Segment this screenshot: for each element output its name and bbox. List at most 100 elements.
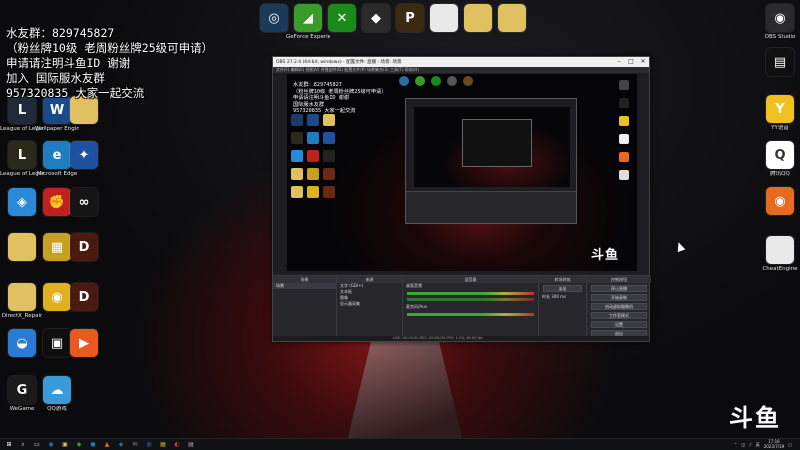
desktop-shortcut[interactable]	[490, 4, 534, 34]
obs-window[interactable]: OBS 27.2.4 (64-bit, windows) - 配置文件: 直播 …	[272, 56, 651, 342]
folder-icon	[323, 114, 335, 126]
desktop-shortcut[interactable]: D	[62, 233, 106, 263]
qq-game-icon: ☁	[43, 376, 71, 404]
overlay-line: 957320835 大家一起交流	[6, 86, 145, 100]
taskbar-app-icon[interactable]: ▣	[60, 441, 70, 449]
fist-icon	[307, 150, 319, 162]
taskbar-app-icon[interactable]: ◆	[74, 441, 84, 449]
geforce-icon	[415, 76, 425, 86]
minimize-icon[interactable]: –	[613, 57, 625, 67]
source-item[interactable]: 显示器采集	[337, 301, 402, 307]
orange-app-icon: ▶	[70, 329, 98, 357]
mixer-track-label: 桌面音频	[406, 283, 422, 288]
desktop-shortcut-label: GeForce Experience	[286, 34, 330, 40]
desktop-shortcut[interactable]: D	[62, 283, 106, 313]
notification-icon[interactable]: ▢	[788, 442, 792, 447]
close-icon[interactable]: ✕	[637, 57, 649, 67]
desktop-shortcut[interactable]: ◉ OBS Studio	[758, 4, 800, 41]
scenes-dock[interactable]: 场景 场景	[273, 276, 337, 342]
desktop-shortcut[interactable]: ▤	[758, 48, 800, 78]
start-recording-button[interactable]: 开始录制	[591, 294, 647, 301]
transitions-dock[interactable]: 转场特效 淡出 时长 300 ms	[539, 276, 587, 342]
mixer-header: 混音器	[403, 276, 538, 283]
desktop-shortcut[interactable]: CheatEngine	[758, 236, 800, 273]
yy-icon: Y	[766, 95, 794, 123]
volume-icon[interactable]: ♪	[749, 442, 752, 447]
volume-meter	[407, 313, 534, 316]
gold-app-icon	[307, 186, 319, 198]
app-icon	[399, 76, 409, 86]
obs-menubar[interactable]: 文件(F) 编辑(E) 视图(V) 停靠部件(D) 配置文件(P) 场景集合(S…	[273, 67, 649, 73]
taskbar-app-icon[interactable]: ▤	[186, 441, 196, 449]
folder-icon	[291, 186, 303, 198]
virtual-camera-button[interactable]: 启动虚拟摄像机	[591, 303, 647, 310]
obs-dock-area: 场景 场景 来源 文字 (GDI+) 文本框 图像 显示器采集 混音器 桌面音频…	[273, 275, 651, 342]
desktop-shortcut[interactable]: ☁ QQ游戏	[35, 376, 79, 413]
folder-icon	[291, 168, 303, 180]
taskbar-app-icon[interactable]: ◈	[116, 441, 126, 449]
tool-icon: ◈	[8, 188, 36, 216]
d2-icon	[323, 168, 335, 180]
stream-overlay-text: 水友群：829745827 （粉丝牌10级 老周粉丝牌25级可申请） 申请请注明…	[6, 26, 213, 101]
taskbar-app-icon[interactable]: ◉	[46, 441, 56, 449]
transition-duration[interactable]: 时长 300 ms	[539, 294, 586, 300]
lol-pbe-icon: L	[8, 141, 36, 169]
transition-select[interactable]: 淡出	[543, 285, 582, 292]
geforce-icon: ◢	[294, 4, 322, 32]
system-tray: ⌃ ◫ ♪ 英 17:16 2023/7/19 ▢	[734, 439, 800, 449]
desktop-shortcut[interactable]: Y YY语音	[758, 95, 800, 132]
poe-icon	[463, 76, 473, 86]
preview-top-icons	[399, 76, 473, 86]
taskbar-app-icon[interactable]: ●	[88, 441, 98, 449]
sources-dock[interactable]: 来源 文字 (GDI+) 文本框 图像 显示器采集	[337, 276, 403, 342]
stop-streaming-button[interactable]: 停止直播	[591, 285, 647, 292]
desktop-shortcut[interactable]: Q 腾讯QQ	[758, 141, 800, 178]
taskbar-app-icon[interactable]: ▭	[32, 441, 42, 449]
app-icon	[619, 152, 629, 162]
network-icon[interactable]: ◫	[741, 442, 745, 447]
obs-preview[interactable]: 水友群：829745827 （粉丝牌10级 老周粉丝牌25级可申请） 申请请注明…	[287, 74, 637, 271]
obs-titlebar[interactable]: OBS 27.2.4 (64-bit, windows) - 配置文件: 直播 …	[273, 57, 649, 67]
app-icon: ◉	[766, 187, 794, 215]
qq-icon: Q	[766, 141, 794, 169]
douyu-logo-small: 斗鱼	[590, 248, 619, 263]
d2-icon: D	[70, 233, 98, 261]
desktop-shortcut-label: Wallpaper Engine	[35, 126, 79, 132]
desktop-shortcut[interactable]: ◉	[758, 187, 800, 217]
clock-date: 2023/7/19	[763, 443, 785, 449]
xbox-icon	[431, 76, 441, 86]
settings-button[interactable]: 设置	[591, 321, 647, 328]
desktop-shortcut[interactable]: ∞	[62, 188, 106, 218]
edge-icon	[307, 132, 319, 144]
overlay-line: 申请请注明斗鱼ID 谢谢	[6, 56, 131, 70]
terminal-icon	[619, 98, 629, 108]
taskbar-app-icon[interactable]: ◎	[144, 441, 154, 449]
taskbar-app-icon[interactable]: ▲	[102, 441, 112, 449]
taskbar-app-icon[interactable]: ◐	[172, 441, 182, 449]
file-icon	[430, 4, 458, 32]
volume-meter	[407, 292, 534, 295]
scene-item[interactable]: 场景	[273, 283, 336, 289]
dark-app-icon: ∞	[70, 188, 98, 216]
clock[interactable]: 17:16 2023/7/19	[763, 439, 785, 449]
input-language[interactable]: 英	[756, 442, 760, 448]
file-icon	[766, 236, 794, 264]
preview-desktop-icons	[291, 114, 335, 198]
mixer-track-label: 麦克风/Aux	[406, 304, 427, 309]
maximize-icon[interactable]: □	[625, 57, 637, 67]
taskbar-app-icon[interactable]: ✉	[130, 441, 140, 449]
app-icon: ◎	[260, 4, 288, 32]
overlay-line: 水友群：829745827	[6, 26, 115, 40]
studio-mode-button[interactable]: 工作室模式	[591, 312, 647, 319]
taskbar-app-icon[interactable]: ⌕	[18, 441, 28, 449]
desktop-shortcut[interactable]: ✦	[62, 141, 106, 171]
game-app-icon	[447, 76, 457, 86]
taskbar-app-icon[interactable]: ▦	[158, 441, 168, 449]
preview-overlay-text: 水友群：829745827 （粉丝牌10级 老周粉丝牌25级可申请） 申请请注明…	[293, 82, 386, 115]
mixer-dock[interactable]: 混音器 桌面音频 麦克风/Aux	[403, 276, 539, 342]
folder-icon	[464, 4, 492, 32]
desktop-shortcut[interactable]: ▶	[62, 329, 106, 359]
tray-arrow-icon[interactable]: ⌃	[734, 442, 737, 447]
taskbar-app-icon[interactable]: ⊞	[4, 441, 14, 449]
desktop-shortcut-label: Microsoft Edge	[36, 171, 78, 177]
